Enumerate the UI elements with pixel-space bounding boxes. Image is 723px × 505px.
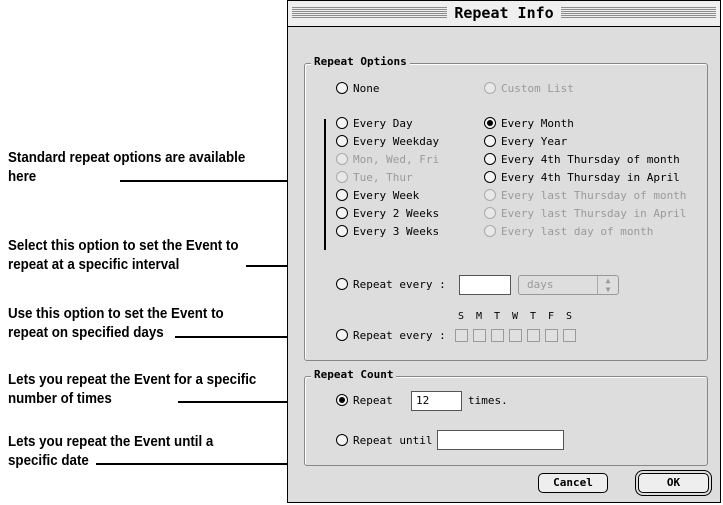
day-label-friday: F	[548, 311, 555, 322]
radio-tue-thur[interactable]: Tue, Thur	[336, 170, 413, 186]
radio-repeat-until[interactable]: Repeat until	[336, 433, 432, 449]
interval-unit-popup[interactable]: days ▲ ▼	[518, 275, 619, 295]
radio-repeat-every-days[interactable]: Repeat every :	[336, 328, 446, 344]
ok-button[interactable]: OK	[638, 473, 709, 493]
radio-selected-icon	[336, 394, 348, 406]
radio-every-last-day-month[interactable]: Every last day of month	[484, 224, 653, 240]
radio-icon	[484, 189, 496, 201]
repeat-count-group: Repeat Count	[304, 368, 708, 466]
radio-icon	[336, 434, 348, 446]
annotation-repeat-until: Lets you repeat the Event until a specif…	[8, 434, 214, 469]
dialog-title: Repeat Info	[288, 4, 720, 22]
radio-icon	[336, 329, 348, 341]
leader-line	[96, 463, 300, 465]
day-checkbox-thursday[interactable]	[527, 329, 540, 342]
radio-icon	[484, 82, 496, 94]
radio-every-4th-thursday-month[interactable]: Every 4th Thursday of month	[484, 152, 680, 168]
day-checkbox-monday[interactable]	[473, 329, 486, 342]
radio-icon	[336, 207, 348, 219]
radio-every-day[interactable]: Every Day	[336, 116, 413, 132]
radio-none[interactable]: None	[336, 81, 380, 97]
radio-every-2-weeks[interactable]: Every 2 Weeks	[336, 206, 439, 222]
radio-icon	[484, 171, 496, 183]
day-label-tuesday: T	[494, 311, 501, 322]
radio-every-4th-thursday-april[interactable]: Every 4th Thursday in April	[484, 170, 680, 186]
radio-every-3-weeks[interactable]: Every 3 Weeks	[336, 224, 439, 240]
radio-icon	[336, 225, 348, 237]
day-checkbox-tuesday[interactable]	[491, 329, 504, 342]
day-checkbox-sunday[interactable]	[455, 329, 468, 342]
radio-icon	[336, 117, 348, 129]
annotation-repeat-count: Lets you repeat the Event for a specific…	[8, 372, 257, 407]
radio-custom-list[interactable]: Custom List	[484, 81, 574, 97]
radio-icon	[484, 207, 496, 219]
annotation-repeat-interval: Select this option to set the Event to r…	[8, 238, 239, 273]
radio-mon-wed-fri[interactable]: Mon, Wed, Fri	[336, 152, 439, 168]
day-label-thursday: T	[530, 311, 537, 322]
radio-every-month[interactable]: Every Month	[484, 116, 574, 132]
updown-arrows-icon: ▲ ▼	[597, 276, 618, 294]
options-bracket	[324, 119, 326, 250]
repeat-times-input[interactable]: 12	[411, 391, 462, 411]
radio-every-last-thursday-month[interactable]: Every last Thursday of month	[484, 188, 686, 204]
day-checkbox-saturday[interactable]	[563, 329, 576, 342]
radio-icon	[336, 278, 348, 290]
radio-every-week[interactable]: Every Week	[336, 188, 419, 204]
repeat-until-date-input[interactable]	[437, 430, 564, 450]
radio-icon	[484, 153, 496, 165]
title-bar[interactable]: Repeat Info	[288, 1, 720, 27]
radio-icon	[336, 135, 348, 147]
day-label-sunday: S	[458, 311, 465, 322]
day-checkbox-friday[interactable]	[545, 329, 558, 342]
repeat-count-label: Repeat Count	[311, 368, 397, 381]
radio-icon	[336, 82, 348, 94]
cancel-button[interactable]: Cancel	[538, 473, 608, 493]
repeat-options-label: Repeat Options	[311, 55, 410, 68]
leader-line	[246, 265, 293, 267]
radio-every-last-thursday-april[interactable]: Every last Thursday in April	[484, 206, 686, 222]
radio-icon	[336, 171, 348, 183]
radio-repeat-every-interval[interactable]: Repeat every :	[336, 277, 446, 293]
radio-every-weekday[interactable]: Every Weekday	[336, 134, 439, 150]
radio-icon	[484, 225, 496, 237]
day-label-saturday: S	[566, 311, 573, 322]
interval-value-input[interactable]	[459, 275, 511, 295]
radio-icon	[336, 153, 348, 165]
day-label-monday: M	[476, 311, 483, 322]
day-label-wednesday: W	[512, 311, 519, 322]
radio-every-year[interactable]: Every Year	[484, 134, 567, 150]
radio-icon	[336, 189, 348, 201]
repeat-info-dialog: Repeat Info Repeat Options None Custom L…	[287, 0, 721, 503]
day-checkbox-wednesday[interactable]	[509, 329, 522, 342]
radio-repeat-times[interactable]: Repeat	[336, 393, 393, 409]
times-label: times.	[468, 394, 508, 407]
radio-icon	[484, 135, 496, 147]
radio-selected-icon	[484, 117, 496, 129]
